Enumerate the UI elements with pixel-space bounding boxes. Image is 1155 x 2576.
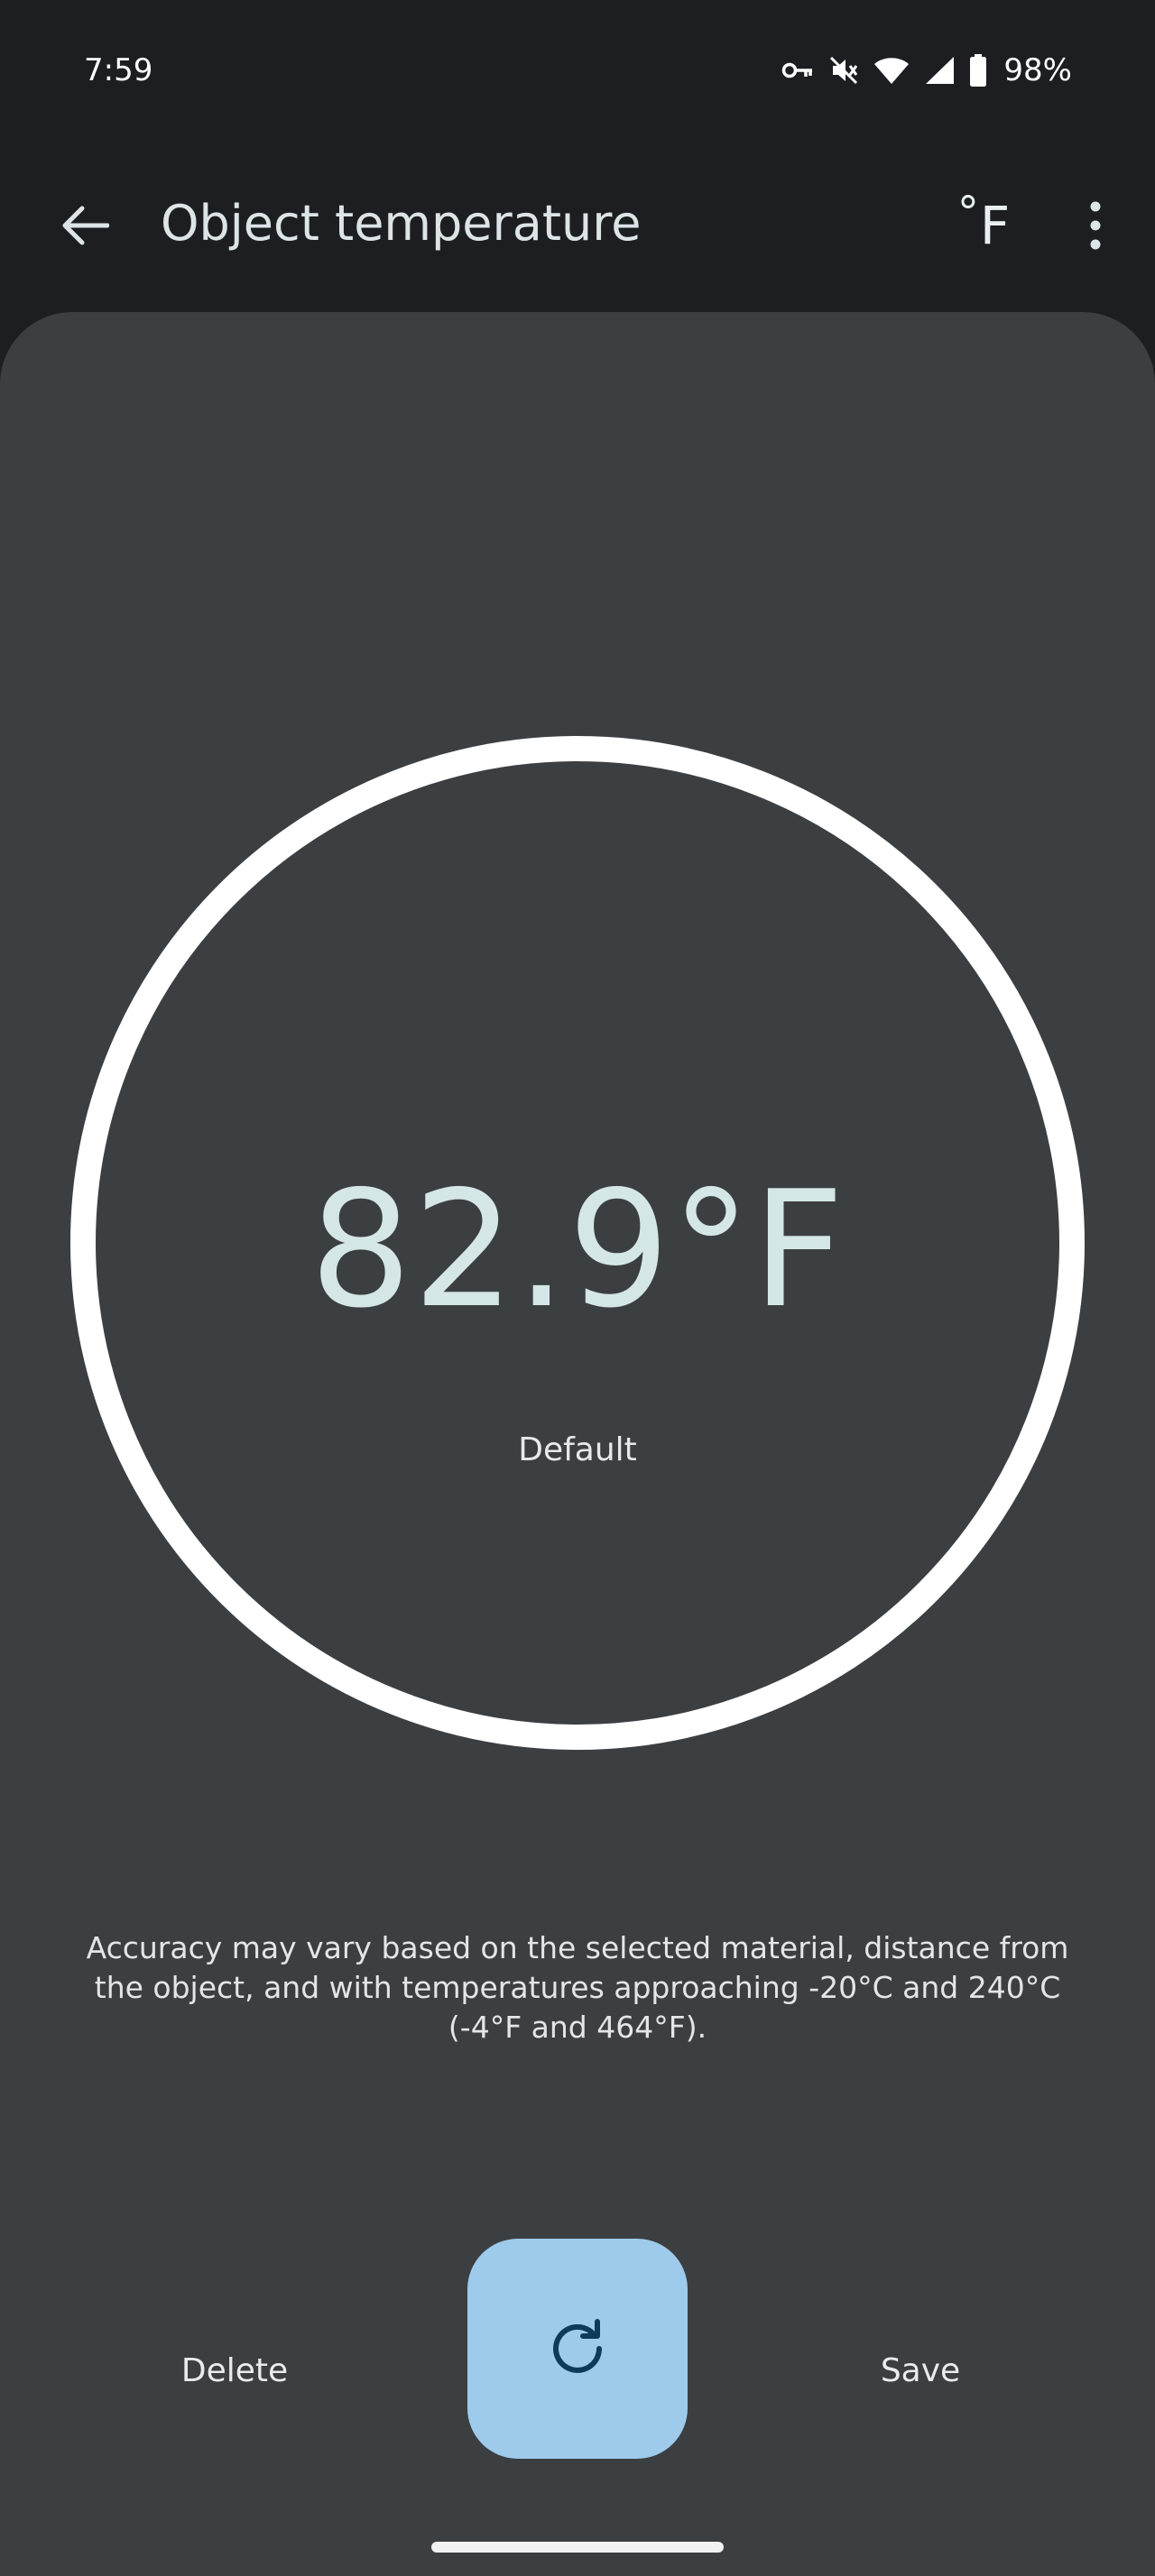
unit-letter: F <box>979 195 1011 256</box>
save-button[interactable]: Save <box>830 2325 1011 2415</box>
overflow-menu-button[interactable] <box>1050 180 1141 271</box>
page-title: Object temperature <box>161 195 642 252</box>
temperature-reading: 82.9°F <box>310 1156 845 1343</box>
back-button[interactable] <box>40 180 130 271</box>
degree-symbol: ° <box>956 188 979 238</box>
more-vert-icon <box>1090 201 1101 250</box>
status-bar: 7:59 98% <box>0 0 1155 135</box>
status-icons: 98% <box>781 51 1072 90</box>
material-selector[interactable]: Default <box>0 1431 1155 1470</box>
arrow-back-icon <box>62 206 109 245</box>
battery-icon <box>970 54 987 87</box>
main-card: 82.9°F Default Accuracy may vary based o… <box>0 312 1155 2576</box>
app-bar: Object temperature ° F <box>0 153 1155 298</box>
delete-button[interactable]: Delete <box>144 2325 325 2415</box>
status-time: 7:59 <box>84 52 153 88</box>
refresh-icon <box>553 2319 602 2373</box>
battery-percent: 98% <box>1003 52 1072 88</box>
refresh-button[interactable] <box>467 2239 688 2459</box>
home-indicator[interactable] <box>431 2542 724 2553</box>
unit-toggle-button[interactable]: ° F <box>938 180 1029 271</box>
cell-signal-icon <box>926 57 955 84</box>
wifi-icon <box>874 58 910 84</box>
accuracy-note: Accuracy may vary based on the selected … <box>86 1930 1069 2045</box>
vpn-key-icon <box>782 62 813 78</box>
vibrate-off-icon <box>830 56 858 85</box>
